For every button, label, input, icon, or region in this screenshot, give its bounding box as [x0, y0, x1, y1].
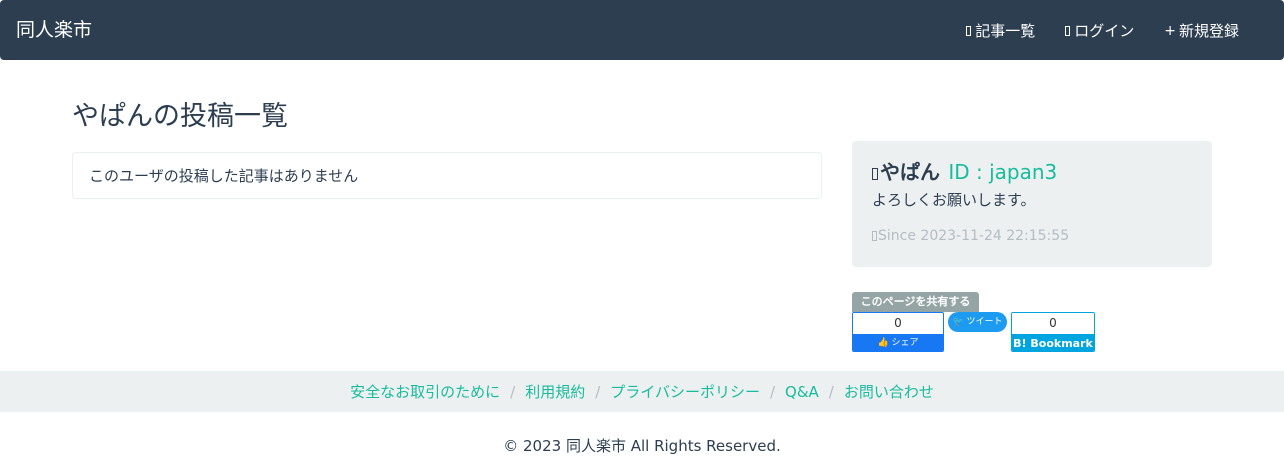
- nav-articles-label: 記事一覧: [975, 22, 1036, 40]
- profile-header: やぱん ID : japan3: [872, 158, 1057, 186]
- hatena-bookmark-button[interactable]: 0 B! Bookmark: [1011, 312, 1095, 352]
- profile-bio: よろしくお願いします。: [872, 191, 1036, 209]
- empty-posts-panel: このユーザの投稿した記事はありません: [72, 152, 822, 199]
- profile-name: やぱん: [880, 160, 940, 184]
- clock-icon: [872, 231, 877, 241]
- footer-separator: /: [828, 382, 834, 401]
- plus-icon: +: [1164, 23, 1176, 39]
- footer-separator: /: [510, 382, 516, 401]
- profile-since: Since 2023-11-24 22:15:55: [872, 226, 1069, 246]
- profile-id: ID : japan3: [948, 160, 1058, 184]
- footer-separator: /: [595, 382, 601, 401]
- footer-link-qa[interactable]: Q&A: [785, 383, 819, 401]
- facebook-share-button[interactable]: 0 👍 シェア: [852, 312, 944, 352]
- user-icon: [872, 168, 878, 180]
- nav-login-link[interactable]: ログイン: [1050, 20, 1149, 42]
- nav-login-label: ログイン: [1074, 22, 1135, 40]
- navbar: 同人楽市 記事一覧 ログイン + 新規登録: [0, 0, 1284, 60]
- page-title: やぱんの投稿一覧: [72, 101, 288, 132]
- nav-articles-link[interactable]: 記事一覧: [951, 20, 1050, 42]
- nav-links: 記事一覧 ログイン + 新規登録: [951, 20, 1254, 42]
- copyright-text: © 2023 同人楽市 All Rights Reserved.: [503, 437, 781, 455]
- share-label: このページを共有する: [852, 292, 979, 312]
- footer-link-safe-trade[interactable]: 安全なお取引のために: [350, 381, 500, 402]
- login-icon: [1065, 26, 1071, 36]
- footer-separator: /: [769, 382, 776, 401]
- empty-posts-message: このユーザの投稿した記事はありません: [89, 167, 359, 185]
- nav-register-link[interactable]: + 新規登録: [1149, 20, 1254, 42]
- thumbs-up-icon: 👍: [877, 338, 889, 348]
- nav-register-label: 新規登録: [1178, 22, 1239, 40]
- list-icon: [966, 26, 972, 36]
- twitter-bird-icon: 🐦: [952, 317, 964, 327]
- brand-logo[interactable]: 同人楽市: [16, 18, 92, 42]
- footer-link-privacy[interactable]: プライバシーポリシー: [610, 381, 760, 402]
- twitter-tweet-button[interactable]: 🐦 ツイート: [948, 312, 1007, 332]
- facebook-share-label: 👍 シェア: [853, 334, 943, 351]
- facebook-share-text: シェア: [891, 338, 919, 348]
- facebook-share-count: 0: [853, 313, 943, 334]
- hatena-bookmark-label: B! Bookmark: [1012, 334, 1094, 351]
- profile-card: やぱん ID : japan3 よろしくお願いします。 Since 2023-1…: [852, 141, 1212, 267]
- twitter-tweet-label: ツイート: [966, 317, 1003, 327]
- hatena-bookmark-count: 0: [1012, 313, 1094, 334]
- footer-link-terms[interactable]: 利用規約: [525, 381, 585, 402]
- footer-links: 安全なお取引のために / 利用規約 / プライバシーポリシー / Q&A / お…: [0, 371, 1284, 412]
- footer-link-contact[interactable]: お問い合わせ: [844, 381, 934, 402]
- profile-since-text: Since 2023-11-24 22:15:55: [878, 228, 1070, 244]
